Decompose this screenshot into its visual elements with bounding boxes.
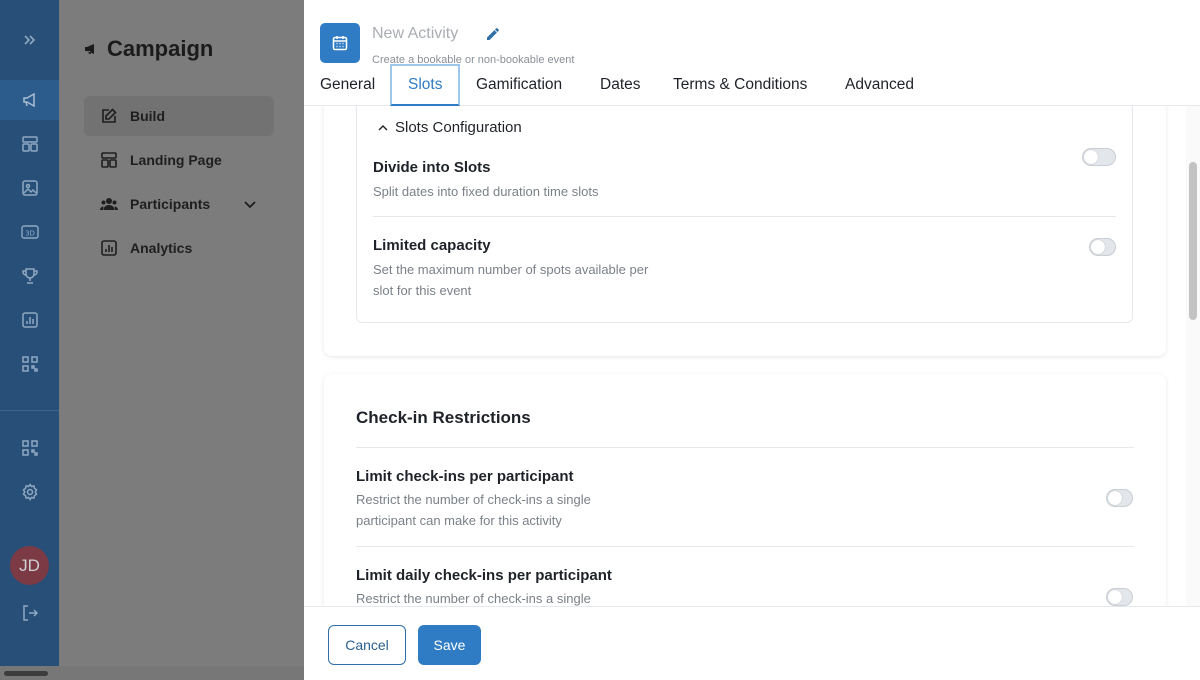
divide-slots-description: Split dates into fixed duration time slo… <box>373 184 599 199</box>
avatar-initials: JD <box>19 555 40 575</box>
limited-capacity-title: Limited capacity <box>373 237 491 254</box>
calendar-icon <box>332 36 348 51</box>
toggle-knob <box>1084 150 1098 164</box>
nav-item-label: Participants <box>130 196 211 212</box>
trophy-icon[interactable] <box>0 256 59 296</box>
pencil-icon[interactable] <box>484 25 502 43</box>
megaphone-icon[interactable] <box>0 80 59 120</box>
drawer-header: New Activity Create a bookable or non-bo… <box>304 0 1200 106</box>
analytics-icon[interactable] <box>0 300 59 340</box>
horizontal-scrollbar[interactable] <box>0 666 304 680</box>
left-rail: 3D JD <box>0 0 59 680</box>
limit-daily-checkins-toggle[interactable] <box>1106 588 1133 606</box>
vertical-scrollbar[interactable] <box>1186 106 1200 606</box>
limit-checkins-description: Restrict the number of check-ins a singl… <box>356 489 591 531</box>
description-line: Set the maximum number of spots availabl… <box>373 262 649 277</box>
qr-icon[interactable] <box>0 428 59 468</box>
avatar[interactable]: JD <box>10 546 49 585</box>
nav-item-build[interactable]: Build <box>84 96 274 136</box>
tab-gamification[interactable]: Gamification <box>476 64 562 106</box>
slots-configuration-header[interactable]: Slots Configuration <box>377 119 522 136</box>
tab-advanced[interactable]: Advanced <box>845 64 914 106</box>
checkin-restrictions-card: Check-in Restrictions Limit check-ins pe… <box>324 374 1166 606</box>
expand-icon[interactable] <box>0 20 59 60</box>
limit-checkins-title: Limit check-ins per participant <box>356 468 574 485</box>
nav-item-label: Build <box>130 108 165 124</box>
description-line: Restrict the number of check-ins a singl… <box>356 591 591 606</box>
edit-icon <box>102 108 117 123</box>
scrollbar-thumb[interactable] <box>4 671 48 676</box>
3d-icon[interactable]: 3D <box>0 212 59 252</box>
slots-configuration-panel: Slots Configuration Divide into Slots Sp… <box>356 106 1133 323</box>
drawer-footer: Cancel Save <box>304 606 1200 680</box>
nav-item-participants[interactable]: Participants <box>84 184 274 224</box>
layout-icon[interactable] <box>0 124 59 164</box>
activity-drawer: New Activity Create a bookable or non-bo… <box>304 0 1200 680</box>
toggle-knob <box>1108 590 1122 604</box>
qr-icon[interactable] <box>0 344 59 384</box>
chevron-down-icon[interactable] <box>242 196 258 212</box>
divider <box>356 546 1134 547</box>
description-line: slot for this event <box>373 283 472 298</box>
svg-text:3D: 3D <box>25 230 35 238</box>
campaign-panel: Campaign Build Landing Page Participants… <box>59 0 304 680</box>
chart-icon <box>101 240 117 256</box>
description-line: Restrict the number of check-ins a singl… <box>356 492 591 507</box>
logout-icon[interactable] <box>0 593 59 633</box>
divide-slots-toggle[interactable] <box>1082 148 1116 166</box>
page-title: Campaign <box>83 36 213 62</box>
section-title: Slots Configuration <box>395 119 522 136</box>
divider <box>356 447 1134 448</box>
chevron-up-icon <box>378 124 388 130</box>
drawer-content[interactable]: Slots Configuration Divide into Slots Sp… <box>304 106 1186 606</box>
megaphone-icon <box>85 44 94 54</box>
users-icon <box>100 198 118 210</box>
nav-item-label: Analytics <box>130 240 193 256</box>
image-icon[interactable] <box>0 168 59 208</box>
limited-capacity-toggle[interactable] <box>1089 238 1116 256</box>
tab-dates[interactable]: Dates <box>600 64 641 106</box>
activity-name[interactable]: New Activity <box>372 25 458 43</box>
settings-icon[interactable] <box>0 472 59 512</box>
scrollbar-thumb[interactable] <box>1189 162 1197 320</box>
tab-slots[interactable]: Slots <box>390 64 461 106</box>
toggle-knob <box>1108 491 1122 505</box>
limit-daily-checkins-description: Restrict the number of check-ins a singl… <box>356 588 591 606</box>
layout-icon <box>101 152 117 168</box>
tab-general[interactable]: General <box>320 64 375 106</box>
divider <box>373 216 1116 217</box>
cancel-button[interactable]: Cancel <box>328 625 406 665</box>
nav-item-label: Landing Page <box>130 152 222 168</box>
campaign-title: Campaign <box>107 36 214 61</box>
activity-badge <box>320 23 360 63</box>
toggle-knob <box>1091 240 1105 254</box>
divide-slots-title: Divide into Slots <box>373 159 491 176</box>
limited-capacity-description: Set the maximum number of spots availabl… <box>373 259 648 301</box>
description-line: participant can make for this activity <box>356 513 562 528</box>
limit-daily-checkins-title: Limit daily check-ins per participant <box>356 567 612 584</box>
rail-divider <box>0 410 59 411</box>
nav-item-landing-page[interactable]: Landing Page <box>84 140 274 180</box>
save-button[interactable]: Save <box>418 625 481 665</box>
nav-item-analytics[interactable]: Analytics <box>84 228 274 268</box>
tab-terms-conditions[interactable]: Terms & Conditions <box>673 64 807 106</box>
limit-checkins-toggle[interactable] <box>1106 489 1133 507</box>
slots-card: Slots Configuration Divide into Slots Sp… <box>324 106 1166 356</box>
checkin-restrictions-title: Check-in Restrictions <box>356 408 531 427</box>
